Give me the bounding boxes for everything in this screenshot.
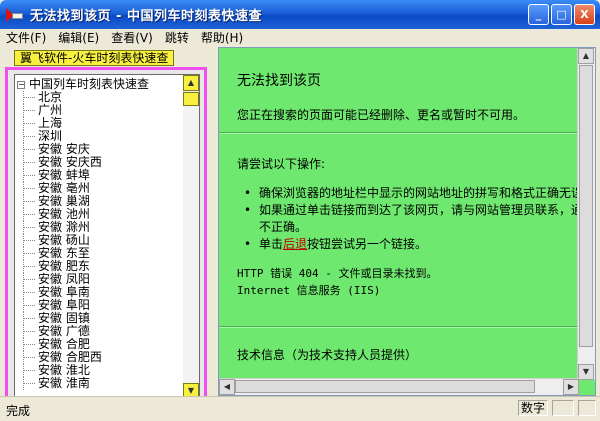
- divider: [219, 326, 579, 328]
- resize-grip[interactable]: [578, 400, 596, 416]
- scroll-right-arrow-icon[interactable]: ▶: [563, 379, 579, 395]
- tree-item[interactable]: 安徽 淮南: [17, 377, 183, 390]
- error-code-text: HTTP 错误 404 - 文件或目录未找到。: [237, 267, 438, 280]
- left-pane: 翼飞软件-火车时刻表快速查 − 中国列车时刻表快速查 北京 广州 上海 深圳 安徽 安庆…: [4, 47, 208, 403]
- menu-go[interactable]: 跳转: [159, 29, 195, 47]
- menu-help[interactable]: 帮助(H): [195, 29, 249, 47]
- tree-item-label: 安徽 安庆西: [38, 155, 102, 169]
- scroll-thumb[interactable]: [235, 380, 535, 393]
- tree-item-label: 北京: [38, 90, 63, 104]
- tree-item-label: 安徽 亳州: [38, 181, 90, 195]
- scroll-left-arrow-icon[interactable]: ◀: [219, 379, 235, 395]
- tree-item-label: 安徽 淮南: [38, 376, 90, 390]
- window-controls: _ □ X: [528, 4, 595, 25]
- tree-item-label: 安徽 砀山: [38, 233, 90, 247]
- tree-item-label: 安徽 肥东: [38, 259, 90, 273]
- tree-item-label: 安徽 阜阳: [38, 298, 90, 312]
- status-bar: 完成 数字: [0, 396, 600, 421]
- minimize-button[interactable]: _: [528, 4, 549, 25]
- tree-list: − 中国列车时刻表快速查 北京 广州 上海 深圳 安徽 安庆 安徽 安庆西 安徽 蚌埠 安徽 …: [17, 78, 183, 390]
- browser-pane: 无法找到该页 您正在搜索的页面可能已经删除、更名或暂时不可用。 请尝试以下操作:…: [218, 47, 596, 396]
- tree-frame: − 中国列车时刻表快速查 北京 广州 上海 深圳 安徽 安庆 安徽 安庆西 安徽 蚌埠 安徽 …: [5, 67, 207, 403]
- tree-item-label: 安徽 巢湖: [38, 194, 90, 208]
- suggestion-item-continuation: 不正确。: [259, 220, 308, 234]
- tree-item-label: 安徽 阜南: [38, 285, 90, 299]
- close-button[interactable]: X: [574, 4, 595, 25]
- scroll-thumb[interactable]: [579, 65, 593, 347]
- maximize-button[interactable]: □: [551, 4, 572, 25]
- divider: [219, 132, 579, 134]
- server-info-text: Internet 信息服务 (IIS): [237, 284, 381, 297]
- pane-splitter[interactable]: [208, 47, 218, 396]
- suggestion-item: 如果通过单击链接而到达了该网页，请与网站管理员联系，通知他们该链接的格式: [237, 202, 579, 219]
- tree-item-label: 安徽 合肥: [38, 337, 90, 351]
- scroll-up-arrow-icon[interactable]: ▲: [183, 75, 199, 91]
- tech-info-heading: 技术信息（为技术支持人员提供）: [237, 348, 418, 362]
- title-bar: 无法找到该页 - 中国列车时刻表快速查 _ □ X: [0, 0, 600, 29]
- tree-item-label: 安徽 滁州: [38, 220, 90, 234]
- suggestion-item: 单击后退按钮尝试另一个链接。: [237, 236, 579, 253]
- tree-item-label: 安徽 合肥西: [38, 350, 102, 364]
- tree-scrollbar[interactable]: ▲ ▼: [183, 75, 199, 399]
- menu-bar: 文件(F) 编辑(E) 查看(V) 跳转 帮助(H): [0, 29, 600, 47]
- menu-view[interactable]: 查看(V): [105, 29, 159, 47]
- menu-file[interactable]: 文件(F): [0, 29, 52, 47]
- error-page: 无法找到该页 您正在搜索的页面可能已经删除、更名或暂时不可用。 请尝试以下操作:…: [219, 48, 579, 380]
- back-link[interactable]: 后退: [283, 237, 307, 251]
- scroll-thumb[interactable]: [183, 92, 199, 106]
- tree-item-label: 安徽 淮北: [38, 363, 90, 377]
- tree-item-label: 上海: [38, 116, 63, 130]
- window-title: 无法找到该页 - 中国列车时刻表快速查: [30, 9, 262, 24]
- tree-item-label: 安徽 蚌埠: [38, 168, 90, 182]
- tree-item-label: 安徽 安庆: [38, 142, 90, 156]
- tree-item-label: 安徽 凤阳: [38, 272, 90, 286]
- tree-item-label: 广州: [38, 103, 63, 117]
- scroll-up-arrow-icon[interactable]: ▲: [578, 48, 594, 64]
- tree-item-label: 安徽 池州: [38, 207, 90, 221]
- page-vertical-scrollbar[interactable]: ▲ ▼: [577, 48, 595, 380]
- tree-item-label: 安徽 广德: [38, 324, 90, 338]
- try-heading: 请尝试以下操作:: [237, 157, 326, 171]
- station-tree: − 中国列车时刻表快速查 北京 广州 上海 深圳 安徽 安庆 安徽 安庆西 安徽 蚌埠 安徽 …: [14, 74, 200, 400]
- tree-item-label: 安徽 固镇: [38, 311, 90, 325]
- menu-edit[interactable]: 编辑(E): [52, 29, 105, 47]
- app-tab-button[interactable]: 翼飞软件-火车时刻表快速查: [14, 50, 175, 66]
- numlock-panel: 数字: [518, 400, 548, 416]
- suggestion-item: 确保浏览器的地址栏中显示的网站地址的拼写和格式正确无误。: [237, 185, 579, 202]
- status-text: 完成: [6, 404, 31, 418]
- status-panel-empty: [552, 400, 574, 416]
- page-heading: 无法找到该页: [237, 73, 321, 89]
- tree-item-label: 安徽 东至: [38, 246, 90, 260]
- collapse-icon[interactable]: −: [17, 80, 25, 89]
- scroll-down-arrow-icon[interactable]: ▼: [578, 364, 594, 380]
- tree-item-label: 深圳: [38, 129, 63, 143]
- page-horizontal-scrollbar[interactable]: ◀ ▶: [219, 378, 579, 395]
- suggestion-list: 确保浏览器的地址栏中显示的网站地址的拼写和格式正确无误。 如果通过单击链接而到达…: [237, 185, 579, 253]
- intro-text: 您正在搜索的页面可能已经删除、更名或暂时不可用。: [237, 108, 526, 122]
- app-train-icon: [4, 5, 24, 25]
